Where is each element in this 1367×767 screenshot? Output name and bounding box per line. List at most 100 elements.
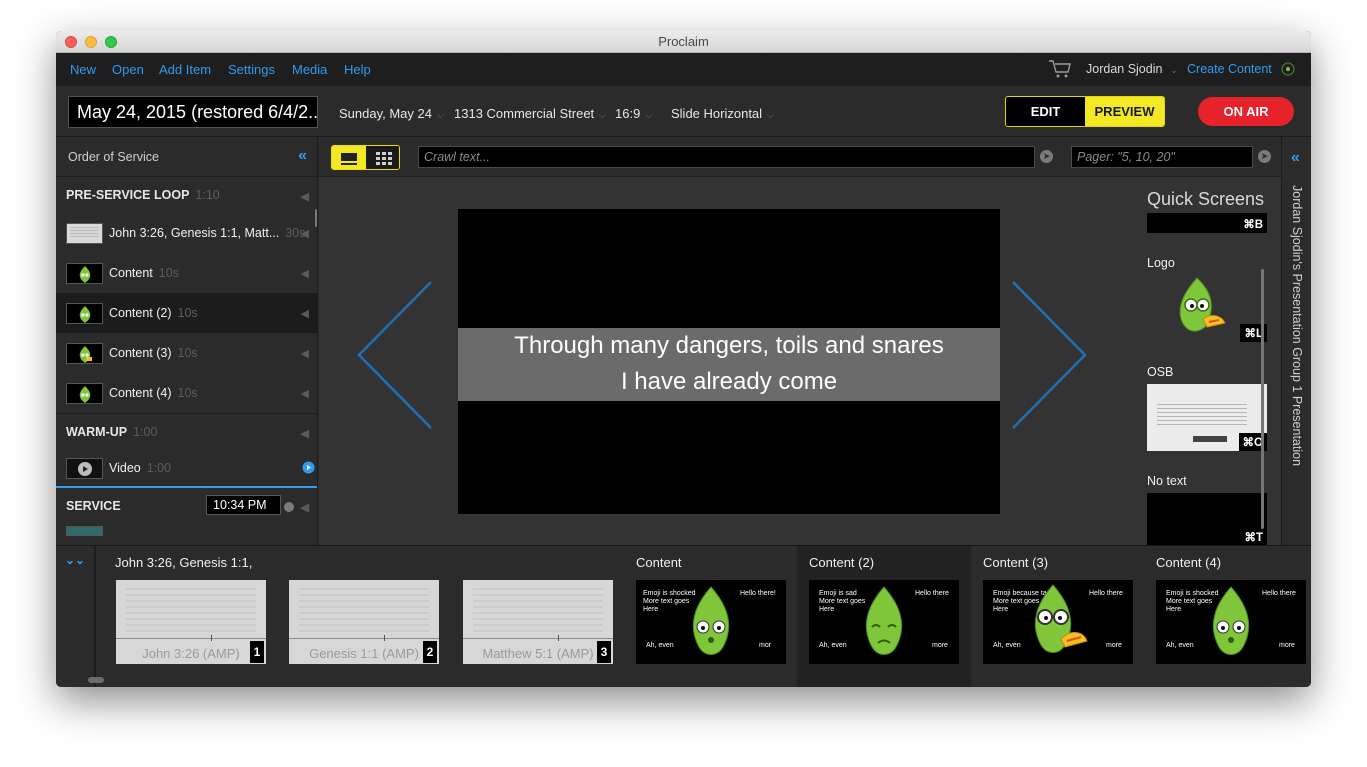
slide-thumbnail[interactable]: Emoji is sad More text goes Here Hello t… <box>809 580 959 664</box>
user-menu[interactable]: Jordan Sjodin ⌄ <box>1086 62 1177 76</box>
zoom-window-button[interactable] <box>105 36 117 48</box>
slide-thumbnail[interactable]: Emoji is shocked More text goes Here Hel… <box>636 580 786 664</box>
item-thumbnail <box>66 302 103 324</box>
edit-button[interactable]: EDIT <box>1006 97 1085 126</box>
slide-thumbnail[interactable]: Emoji because taco More text goes Here H… <box>983 580 1133 664</box>
date-dropdown[interactable]: Sunday, May 24 ⌵ <box>339 106 444 121</box>
presentation-group-label[interactable]: Jordan Sjodin's Presentation Group 1 Pre… <box>1290 185 1304 466</box>
leaf-mascot-sad-icon <box>865 586 903 655</box>
menu-add-item[interactable]: Add Item <box>159 62 211 77</box>
next-slide-icon[interactable] <box>1009 280 1089 430</box>
preview-button[interactable]: PREVIEW <box>1085 97 1164 126</box>
section-name: PRE-SERVICE LOOP <box>66 188 190 202</box>
speaker-icon[interactable]: ◀ <box>301 501 309 514</box>
slide-text: mor <box>759 642 772 649</box>
aspect-dropdown[interactable]: 16:9 ⌵ <box>615 106 652 121</box>
grid-view-icon <box>376 152 392 165</box>
slide-thumbnail[interactable]: Genesis 1:1 (AMP) <box>289 580 439 664</box>
item-duration: 10s <box>177 306 198 320</box>
quick-screen-no-text[interactable]: ⌘T <box>1147 493 1267 545</box>
speaker-icon[interactable]: ◀ <box>301 227 309 240</box>
pager-go-icon[interactable]: ➤ <box>1258 150 1271 163</box>
slide-thumbnail[interactable]: Emoji is shocked More text goes Here Hel… <box>1156 580 1306 664</box>
previous-slide-icon[interactable] <box>355 280 435 430</box>
list-item[interactable]: Content (4) 10s ◀ <box>56 373 317 413</box>
menu-help[interactable]: Help <box>344 62 371 77</box>
quick-screens-scrollbar[interactable] <box>1261 269 1264 529</box>
collapse-down-icon[interactable]: ⌄⌄ <box>65 553 85 567</box>
create-content-link[interactable]: Create Content <box>1187 62 1272 76</box>
quick-screen-blank[interactable]: ⌘B <box>1147 213 1267 233</box>
presentation-toolbar: May 24, 2015 (restored 6/4/2... Sunday, … <box>56 86 1311 137</box>
grid-view-button[interactable] <box>366 146 399 169</box>
transition-label: Slide Horizontal <box>671 106 763 121</box>
quick-screen-osb[interactable]: ⌘O <box>1147 384 1267 451</box>
transition-dropdown[interactable]: Slide Horizontal ⌵ <box>671 106 774 121</box>
collapse-right-icon[interactable]: « <box>1291 149 1300 167</box>
slide-group-title: John 3:26, Genesis 1:1, <box>115 555 253 570</box>
speaker-icon[interactable]: ◀ <box>301 427 309 440</box>
section-header-warm-up[interactable]: WARM-UP 1:00 ◀ <box>56 414 317 450</box>
shortcut-label: ⌘T <box>1240 528 1267 545</box>
menu-open[interactable]: Open <box>112 62 144 77</box>
slide-thumbnail[interactable]: John 3:26 (AMP) <box>116 580 266 664</box>
slide-text: Hello there! <box>740 590 776 597</box>
menu-new[interactable]: New <box>70 62 96 77</box>
pager-input[interactable]: Pager: "5, 10, 20" <box>1071 146 1253 168</box>
quick-screen-label: No text <box>1147 474 1187 488</box>
chevron-down-icon: ⌵ <box>645 110 653 120</box>
item-title: Content (4) <box>109 386 172 400</box>
list-item[interactable]: John 3:26, Genesis 1:1, Matt... 30s ◀ <box>56 213 317 253</box>
speaker-icon[interactable]: ◀ <box>301 267 309 280</box>
scripture-reference: Matthew 5:1 (AMP) <box>482 646 594 661</box>
slide-group-title: Content <box>636 555 682 570</box>
slide-group-title: Content (3) <box>983 555 1049 570</box>
item-duration: 10s <box>158 266 179 280</box>
text-lines <box>1157 404 1247 426</box>
minimize-window-button[interactable] <box>85 36 97 48</box>
list-item[interactable]: Content 10s ◀ <box>56 253 317 293</box>
item-title: Content (2) <box>109 306 172 320</box>
section-header-service[interactable]: SERVICE 10:34 PM ◀ <box>56 488 317 524</box>
slide-thumbnail[interactable]: Matthew 5:1 (AMP) <box>463 580 613 664</box>
filmstrip-scrollbar[interactable] <box>88 677 104 683</box>
speaker-icon[interactable]: ◀ <box>301 190 309 203</box>
speaker-icon[interactable]: ◀ <box>301 307 309 320</box>
quick-screen-logo[interactable]: ⌘L <box>1147 275 1267 342</box>
filmstrip-sidebar: ⌄⌄ <box>56 546 104 687</box>
list-item[interactable]: Video 1:00 <box>56 450 317 486</box>
quick-screen-label: OSB <box>1147 365 1174 379</box>
list-item[interactable] <box>56 524 317 538</box>
section-name: SERVICE <box>66 499 121 513</box>
presentation-title-field[interactable]: May 24, 2015 (restored 6/4/2... <box>68 96 318 128</box>
leaf-mascot-taco-icon <box>1034 584 1088 653</box>
on-air-button[interactable]: ON AIR <box>1198 97 1294 126</box>
status-icon[interactable] <box>1281 62 1295 79</box>
close-window-button[interactable] <box>65 36 77 48</box>
list-item[interactable]: Content (3) 10s ◀ <box>56 333 317 373</box>
collapse-left-icon[interactable]: « <box>298 147 307 165</box>
go-icon[interactable] <box>284 502 294 512</box>
single-view-button[interactable] <box>332 146 366 169</box>
menu-media[interactable]: Media <box>292 62 327 77</box>
crawl-text-input[interactable]: Crawl text... <box>418 146 1035 168</box>
scrollbar[interactable] <box>315 209 317 227</box>
list-item[interactable]: Content (2) 10s ◀ <box>56 293 317 333</box>
item-title: John 3:26, Genesis 1:1, Matt... <box>109 226 280 240</box>
item-thumbnail <box>66 526 103 536</box>
cart-icon[interactable] <box>1048 59 1072 82</box>
menu-settings[interactable]: Settings <box>228 62 275 77</box>
slide-text: Hello there <box>1262 590 1296 597</box>
speaker-icon[interactable]: ◀ <box>301 387 309 400</box>
preview-area: Crawl text... ➤ Pager: "5, 10, 20" ➤ Thr… <box>319 137 1281 545</box>
section-header-pre-service[interactable]: PRE-SERVICE LOOP 1:10 ◀ <box>56 177 317 213</box>
scripture-reference: Genesis 1:1 (AMP) <box>309 646 419 661</box>
leaf-mascot-icon <box>692 586 730 655</box>
speaker-icon[interactable]: ◀ <box>301 347 309 360</box>
service-time-field[interactable]: 10:34 PM <box>206 495 281 515</box>
order-of-service-panel: Order of Service « PRE-SERVICE LOOP 1:10 … <box>56 137 318 545</box>
play-icon[interactable] <box>302 461 315 477</box>
location-dropdown[interactable]: 1313 Commercial Street ⌵ <box>454 106 606 121</box>
order-of-service-header: Order of Service « <box>56 137 317 177</box>
crawl-go-icon[interactable]: ➤ <box>1040 150 1053 163</box>
